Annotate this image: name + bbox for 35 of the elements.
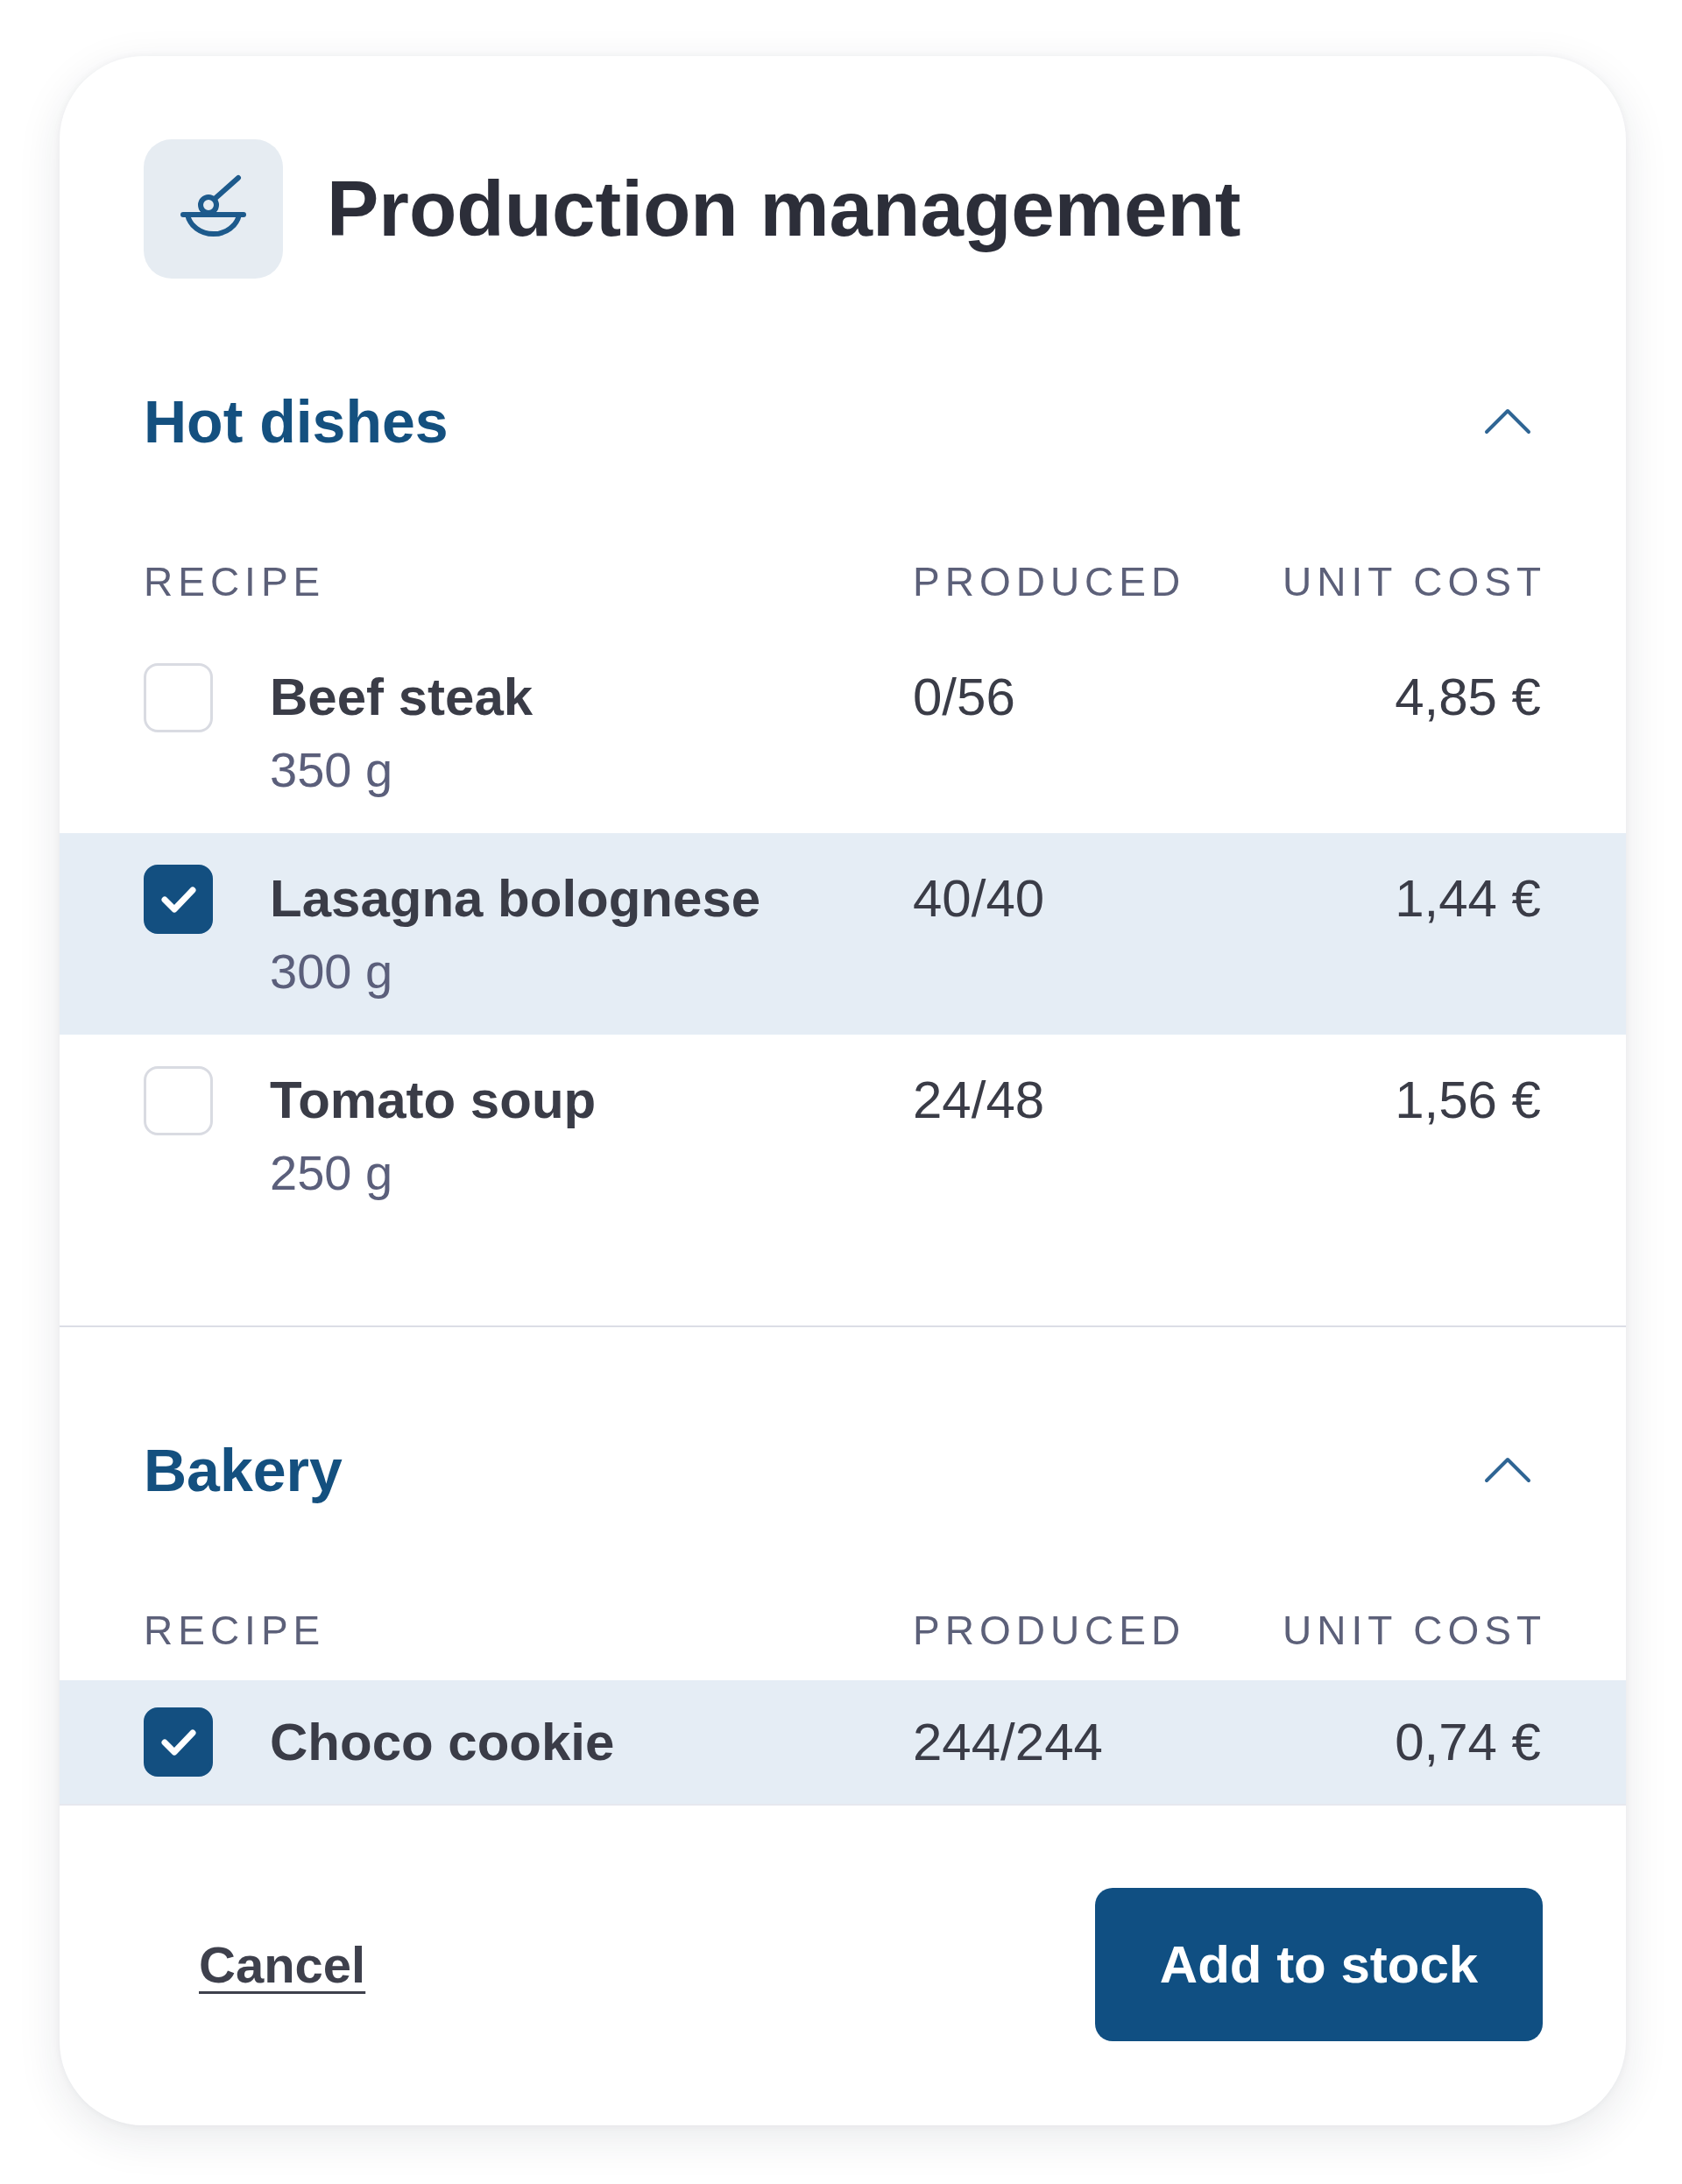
recipe-name: Choco cookie	[270, 1711, 615, 1773]
chevron-up-icon[interactable]	[1484, 408, 1531, 435]
recipe-name: Beef steak	[270, 667, 534, 728]
column-header: PRODUCED	[913, 558, 1187, 606]
unit-cost: 0,74 €	[1395, 1711, 1541, 1773]
section-title: Bakery	[144, 1436, 343, 1505]
produced-count: 24/48	[913, 1070, 1046, 1131]
column-header: PRODUCED	[913, 1607, 1187, 1655]
dialog-title: Production management	[327, 163, 1241, 254]
add-to-stock-button[interactable]: Add to stock	[1095, 1888, 1543, 2041]
column-header: RECIPE	[144, 1607, 327, 1655]
recipe-weight: 350 g	[270, 741, 393, 799]
recipe-weight: 300 g	[270, 943, 393, 1000]
column-header: UNIT COST	[1282, 558, 1546, 606]
recipe-name: Tomato soup	[270, 1070, 597, 1131]
recipe-name: Lasagna bolognese	[270, 868, 761, 929]
produced-count: 0/56	[913, 667, 1016, 728]
unit-cost: 4,85 €	[1395, 667, 1541, 728]
column-header: UNIT COST	[1282, 1607, 1546, 1655]
column-header: RECIPE	[144, 558, 327, 606]
check-icon	[160, 886, 196, 913]
chevron-up-icon[interactable]	[1484, 1457, 1531, 1483]
check-icon	[160, 1728, 196, 1756]
recipe-weight: 250 g	[270, 1144, 393, 1202]
selected-row[interactable]: Choco cookie 244/244 0,74 €	[60, 1680, 1626, 1804]
unit-cost: 1,44 €	[1395, 868, 1541, 929]
cancel-link[interactable]: Cancel	[199, 1931, 366, 1998]
checkbox[interactable]	[144, 1707, 213, 1777]
unit-cost: 1,56 €	[1395, 1070, 1541, 1131]
produced-count: 40/40	[913, 868, 1046, 929]
selected-row[interactable]: Lasagna bolognese 300 g 40/40 1,44 €	[60, 833, 1626, 1035]
produced-count: 244/244	[913, 1711, 1104, 1773]
checkbox[interactable]	[144, 865, 213, 934]
section-title: Hot dishes	[144, 387, 449, 456]
mortar-pestle-icon	[144, 139, 283, 279]
